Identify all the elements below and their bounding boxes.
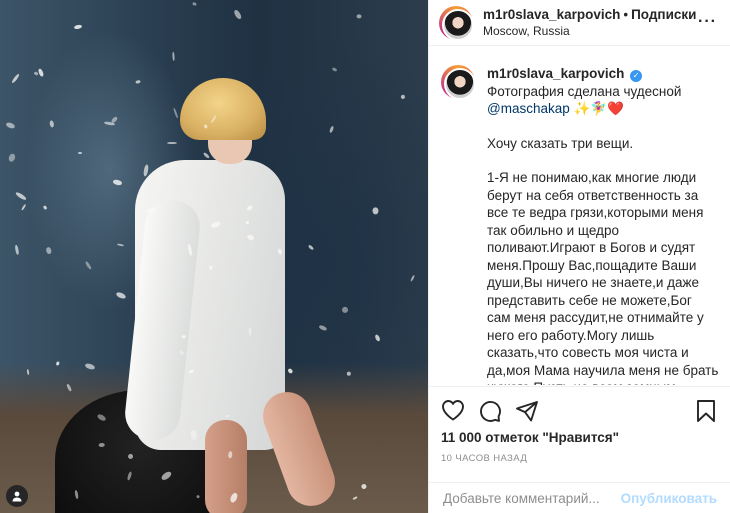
feather <box>166 141 177 145</box>
feather <box>202 152 210 160</box>
comment-input[interactable] <box>443 490 621 506</box>
feather <box>8 152 17 163</box>
feather <box>374 333 382 343</box>
caption-author-avatar[interactable] <box>441 65 476 100</box>
feather <box>117 243 125 248</box>
feather <box>331 67 338 73</box>
caption-emoji: ✨🧚‍♀️❤️ <box>573 101 624 116</box>
feather <box>5 121 16 130</box>
feather <box>14 245 20 256</box>
feather <box>73 24 83 30</box>
feather <box>45 246 53 256</box>
feather <box>42 205 48 211</box>
feather <box>172 107 179 119</box>
feather <box>341 306 349 314</box>
following-button[interactable]: Подписки <box>631 7 696 22</box>
publish-button[interactable]: Опубликовать <box>621 491 717 506</box>
feather <box>134 79 141 84</box>
feather <box>208 265 212 270</box>
feather <box>191 1 197 6</box>
author-avatar[interactable] <box>439 5 474 41</box>
header-text: m1r0slava_karpovich • Подписки Moscow, Rus… <box>483 6 696 40</box>
caption-paragraph: 1-Я не понимаю,как многие люди берут на … <box>487 170 719 385</box>
feather <box>329 125 335 134</box>
comments-area[interactable]: m1r0slava_karpovich ✓ Фотография сделана… <box>429 47 730 385</box>
caption-mention-link[interactable]: @maschakap <box>487 101 570 116</box>
feather <box>49 120 55 129</box>
feather <box>78 151 83 155</box>
feather <box>356 14 363 20</box>
post-header: m1r0slava_karpovich • Подписки Moscow, Rus… <box>429 0 730 46</box>
feather <box>409 274 415 283</box>
feather <box>401 93 406 99</box>
tagged-user-icon[interactable] <box>6 485 28 507</box>
feather <box>11 73 21 85</box>
feather <box>84 260 93 270</box>
feather <box>37 67 45 78</box>
bookmark-icon[interactable] <box>695 399 717 428</box>
photo-figure-leg <box>205 420 247 513</box>
caption-text-start: Фотография сделана чудесной <box>487 83 682 99</box>
feather <box>347 371 351 376</box>
feather <box>318 324 328 332</box>
likes-count[interactable]: 11 000 отметок "Нравится" <box>441 430 619 445</box>
send-icon[interactable] <box>515 399 539 428</box>
feather <box>372 207 379 215</box>
caption-text: m1r0slava_karpovich ✓ Фотография сделана… <box>487 65 719 118</box>
post-location[interactable]: Moscow, Russia <box>483 23 696 40</box>
verified-badge-icon: ✓ <box>630 70 643 82</box>
author-username[interactable]: m1r0slava_karpovich <box>483 7 620 22</box>
feather <box>20 203 27 211</box>
caption-paragraph: Хочу сказать три вещи. <box>487 135 634 151</box>
post-photo[interactable] <box>0 0 428 513</box>
photo-figure-hair <box>180 78 266 140</box>
heart-icon[interactable] <box>441 399 465 426</box>
post-timestamp[interactable]: 10 ЧАСОВ НАЗАД <box>441 453 527 464</box>
comment-form: Опубликовать <box>429 482 730 513</box>
comment-icon[interactable] <box>478 399 502 428</box>
caption-username[interactable]: m1r0slava_karpovich <box>487 66 624 81</box>
feather <box>172 51 176 61</box>
feather <box>14 191 27 202</box>
feather <box>115 290 127 300</box>
feather <box>233 8 243 20</box>
header-separator: • <box>623 6 629 22</box>
feather <box>33 71 39 76</box>
feather <box>112 178 123 186</box>
feather <box>307 244 314 251</box>
more-horizontal-icon[interactable]: ··· <box>698 13 717 31</box>
action-bar <box>429 386 730 436</box>
post-details-panel: m1r0slava_karpovich • Подписки Moscow, Rus… <box>428 0 730 513</box>
caption: m1r0slava_karpovich ✓ Фотография сделана… <box>441 65 719 118</box>
